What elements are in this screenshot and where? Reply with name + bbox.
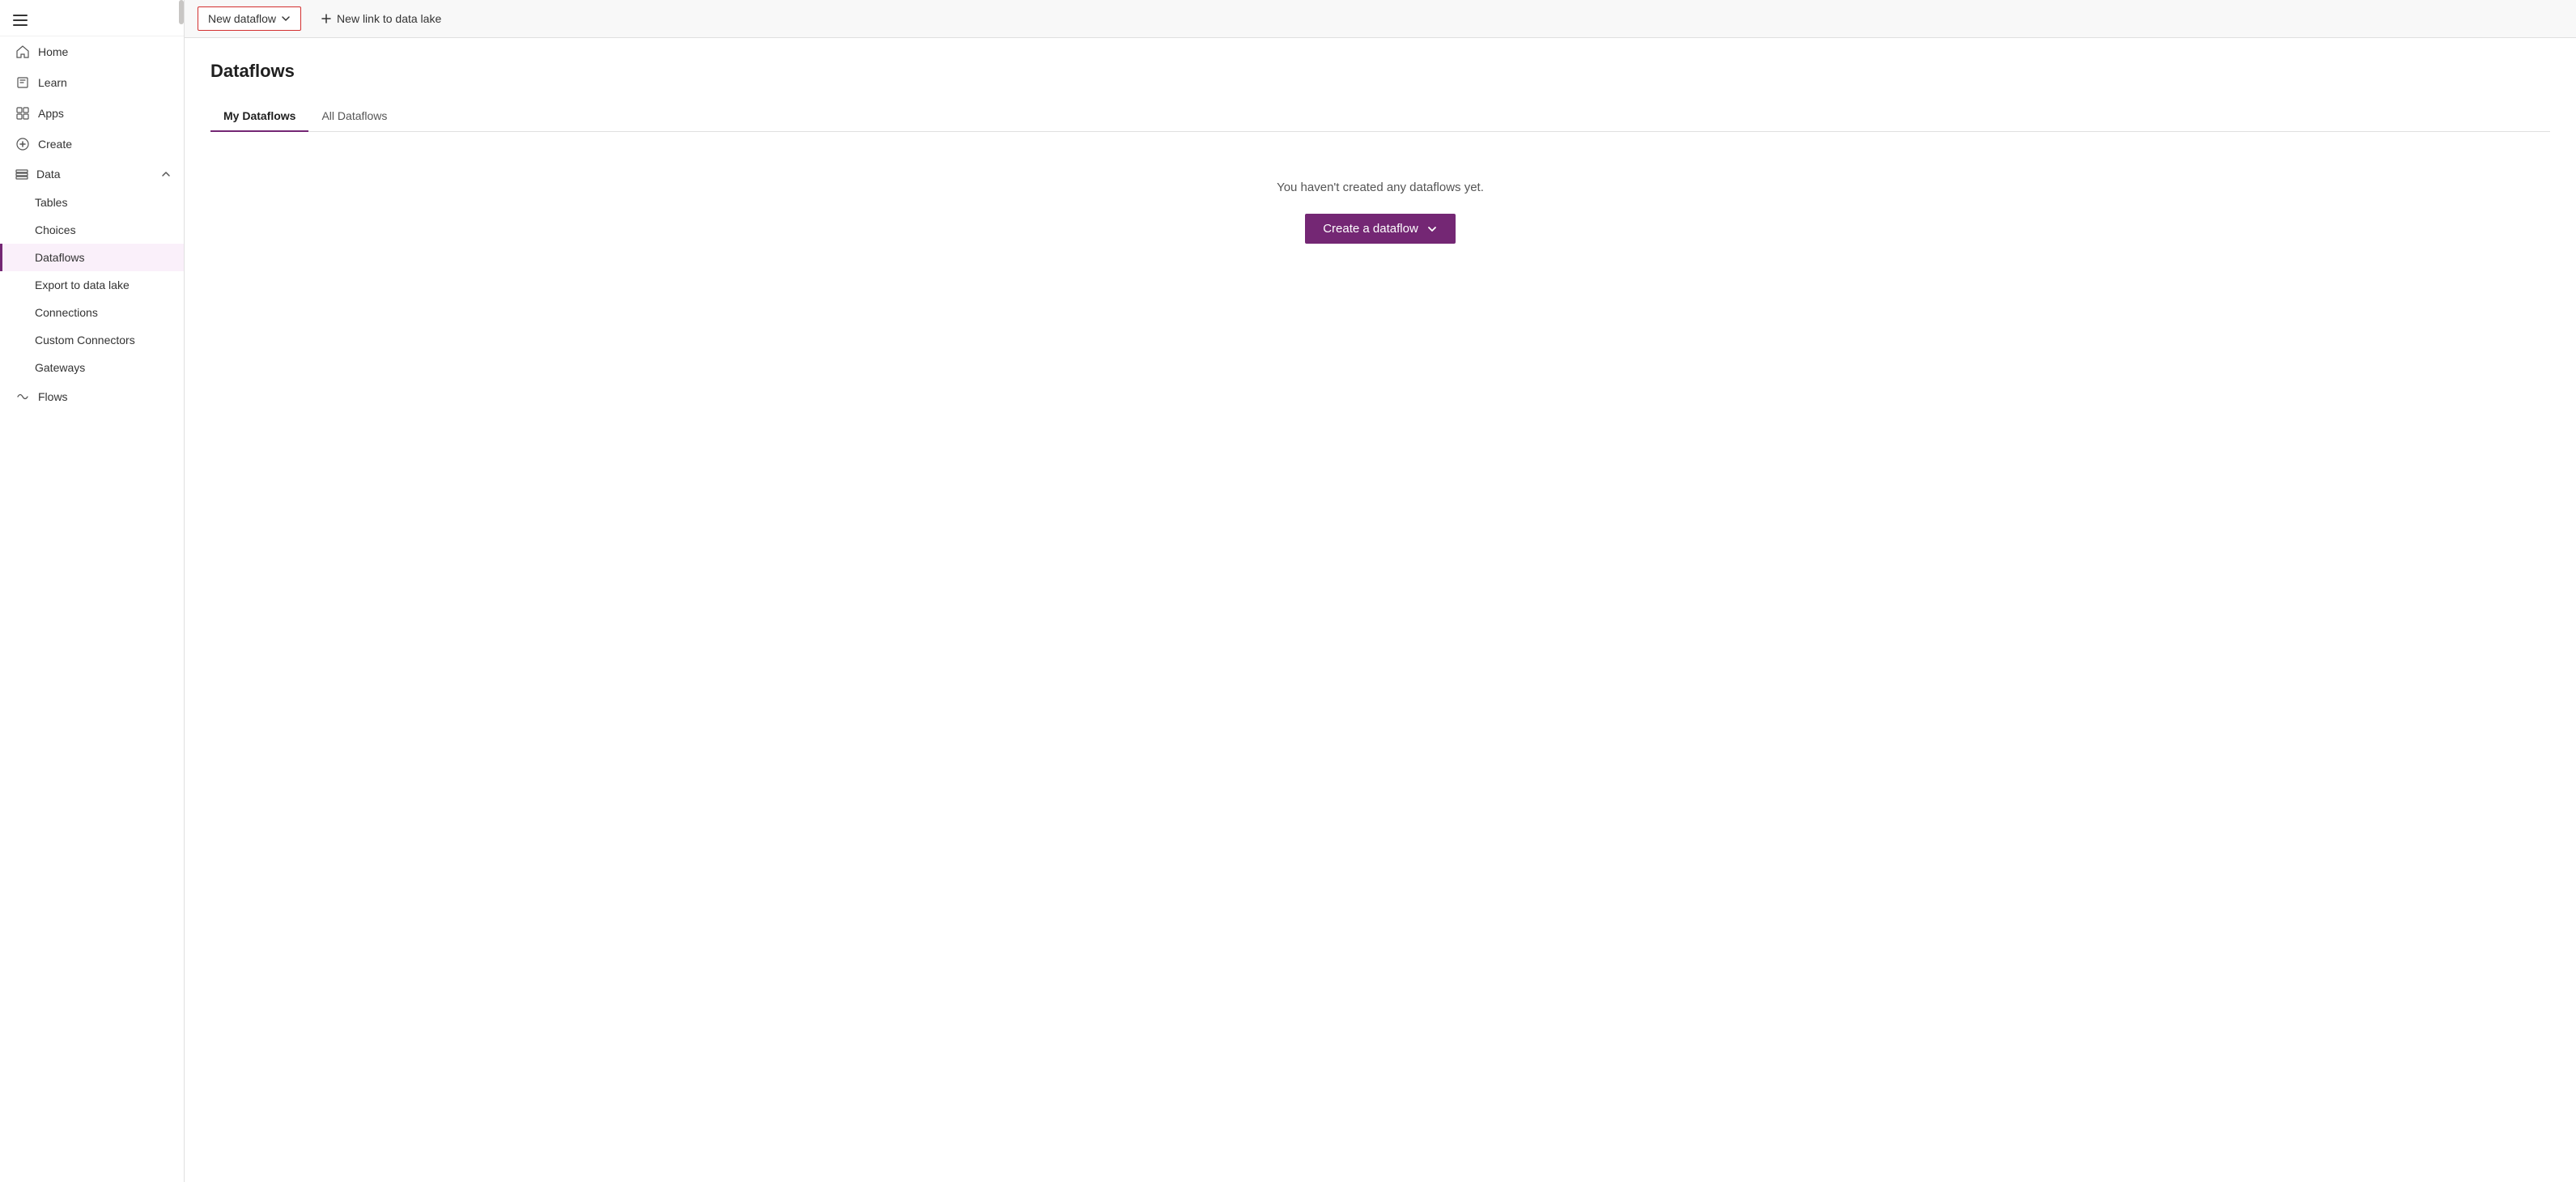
sidebar-item-gateways[interactable]: Gateways <box>0 354 184 381</box>
page-title: Dataflows <box>210 61 2550 82</box>
sidebar: Home Learn Apps <box>0 0 185 1182</box>
sidebar-item-choices[interactable]: Choices <box>0 216 184 244</box>
sidebar-item-home-label: Home <box>38 45 68 58</box>
hamburger-button[interactable] <box>10 11 31 29</box>
new-link-to-data-lake-button[interactable]: New link to data lake <box>311 7 451 30</box>
sidebar-item-flows-label: Flows <box>38 390 68 403</box>
tab-all-dataflows[interactable]: All Dataflows <box>308 101 400 132</box>
empty-state: You haven't created any dataflows yet. C… <box>210 181 2550 244</box>
new-link-label: New link to data lake <box>337 12 441 25</box>
sidebar-item-tables-label: Tables <box>35 196 67 209</box>
scrollbar-track[interactable] <box>179 0 184 1182</box>
tab-all-dataflows-label: All Dataflows <box>321 109 387 122</box>
tab-my-dataflows-label: My Dataflows <box>223 109 295 122</box>
data-icon <box>15 168 28 181</box>
sidebar-item-export-to-data-lake[interactable]: Export to data lake <box>0 271 184 299</box>
create-dataflow-button[interactable]: Create a dataflow <box>1305 214 1456 244</box>
sidebar-item-flows[interactable]: Flows <box>0 381 184 412</box>
create-dataflow-label: Create a dataflow <box>1323 222 1418 236</box>
plus-icon <box>321 13 332 24</box>
sidebar-item-export-label: Export to data lake <box>35 278 130 291</box>
main-area: New dataflow New link to data lake Dataf… <box>185 0 2576 1182</box>
sidebar-item-home[interactable]: Home <box>0 36 184 67</box>
empty-state-text: You haven't created any dataflows yet. <box>1277 181 1484 194</box>
sidebar-item-dataflows[interactable]: Dataflows <box>0 244 184 271</box>
chevron-up-icon <box>161 169 171 179</box>
sidebar-item-tables[interactable]: Tables <box>0 189 184 216</box>
sidebar-item-data-label: Data <box>36 168 61 181</box>
sidebar-item-connections-label: Connections <box>35 306 98 319</box>
content-area: Dataflows My Dataflows All Dataflows You… <box>185 38 2576 1182</box>
sidebar-item-learn[interactable]: Learn <box>0 67 184 98</box>
sidebar-item-apps-label: Apps <box>38 107 64 120</box>
tabs-bar: My Dataflows All Dataflows <box>210 101 2550 132</box>
flows-icon <box>15 389 30 404</box>
learn-icon <box>15 75 30 90</box>
create-icon <box>15 137 30 151</box>
data-section-left: Data <box>15 168 61 181</box>
chevron-down-icon <box>281 14 291 23</box>
new-dataflow-button[interactable]: New dataflow <box>198 6 301 31</box>
sidebar-item-apps[interactable]: Apps <box>0 98 184 129</box>
home-icon <box>15 45 30 59</box>
sidebar-item-gateways-label: Gateways <box>35 361 85 374</box>
sidebar-item-learn-label: Learn <box>38 76 67 89</box>
sidebar-item-create-label: Create <box>38 138 72 151</box>
apps-icon <box>15 106 30 121</box>
new-dataflow-label: New dataflow <box>208 12 276 25</box>
sidebar-item-connections[interactable]: Connections <box>0 299 184 326</box>
sidebar-item-data[interactable]: Data <box>0 159 184 189</box>
scrollbar-thumb[interactable] <box>179 0 184 24</box>
sidebar-top <box>0 0 184 36</box>
sidebar-item-custom-connectors-label: Custom Connectors <box>35 334 135 347</box>
tab-my-dataflows[interactable]: My Dataflows <box>210 101 308 132</box>
toolbar: New dataflow New link to data lake <box>185 0 2576 38</box>
sidebar-item-choices-label: Choices <box>35 223 76 236</box>
sidebar-item-create[interactable]: Create <box>0 129 184 159</box>
sidebar-item-custom-connectors[interactable]: Custom Connectors <box>0 326 184 354</box>
chevron-down-icon <box>1426 223 1438 235</box>
sidebar-item-dataflows-label: Dataflows <box>35 251 84 264</box>
